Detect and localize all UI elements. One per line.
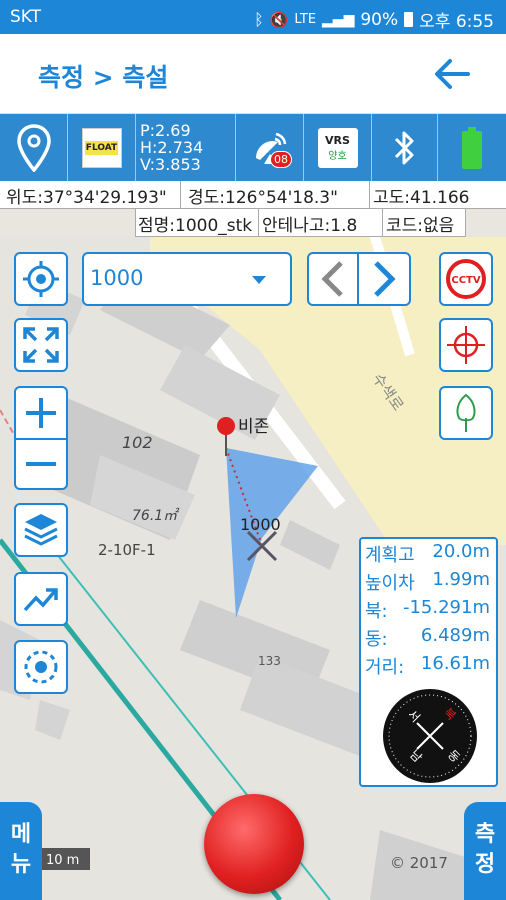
page-title: 측정 > 측설 [38,63,169,92]
vrs-button[interactable]: VRS 양호 [304,114,372,181]
bluetooth-icon: ᛒ [254,10,264,29]
bluetooth-icon [394,131,413,164]
mute-icon: 🔇 [269,10,289,29]
crosshair-button[interactable] [439,318,493,372]
compass: 북 남 동 서 [381,687,479,785]
vrs-badge: VRS 양호 [317,127,358,168]
precision-h: H:2.734 [140,138,204,157]
point-name: 점명:1000_stk [138,216,253,236]
location-pin-icon [16,123,51,172]
zoom-out-button[interactable] [14,438,68,490]
map-label-target: 1000 [240,515,281,534]
battery-icon [404,12,414,27]
minus-icon [26,462,56,466]
layers-icon [24,514,58,546]
chevron-left-icon [321,261,343,297]
bluetooth-button[interactable] [372,114,438,181]
cctv-icon: CCTV [446,259,486,299]
plan-height-label: 계획고 [365,545,415,566]
carrier-label: SKT [10,7,42,27]
precision-p: P:2.69 [140,121,191,140]
longitude: 경도:126°54'18.3" [188,188,338,208]
location-pin-button[interactable] [0,114,68,181]
time: 오후 6:55 [419,12,494,32]
map-label-133: 133 [258,654,281,668]
trending-up-icon [23,588,58,612]
fix-status-button[interactable]: FLOAT [68,114,136,181]
point-select-value: 1000 [90,266,144,290]
prev-point-button[interactable] [307,252,359,306]
fix-badge-label: FLOAT [84,140,119,155]
height-diff-label: 높이차 [365,573,415,594]
dotted-target-icon [24,650,58,684]
target-settings-button[interactable] [14,640,68,694]
satellite-count-badge: 08 [270,151,292,168]
battery-percent: 90% [360,9,399,30]
zoom-in-button[interactable] [14,386,68,440]
compass-icon: 북 남 동 서 [383,689,477,783]
antenna-height: 안테나고:1.8 [262,216,358,236]
measure-label: 측정 [474,822,496,877]
coordinates-row: 위도:37°34'29.193" 경도:126°54'18.3" 고도:41.1… [0,181,506,209]
device-battery [438,114,506,181]
next-point-button[interactable] [357,252,411,306]
svg-text:CCTV: CCTV [451,275,480,286]
my-location-button[interactable] [14,252,68,306]
signal-icon: ▂▄▆ [322,11,355,28]
point-code: 코드:없음 [386,216,455,236]
trend-button[interactable] [14,572,68,626]
device-battery-icon [462,126,482,169]
expand-icon [23,327,59,363]
menu-button[interactable]: 메뉴 [0,802,42,900]
distance-label: 거리: [365,657,405,678]
stakeout-panel: 계획고 20.0m 높이차 1.99m 북: -15.291m 동: 6.489… [359,537,498,787]
fullscreen-button[interactable] [14,318,68,372]
precision-readout: P:2.69 H:2.734 V:3.853 [136,114,236,181]
map-scale-label: 10 m [46,853,79,868]
distance-value: 16.61m [420,653,490,674]
latitude: 위도:37°34'29.193" [6,188,167,208]
measure-button[interactable]: 측정 [464,802,506,900]
map-label-102: 102 [122,433,153,452]
gnss-info-bar: FLOAT P:2.69 H:2.734 V:3.853 08 VRS 양호 [0,114,506,181]
chevron-down-icon [252,276,266,284]
precision-v: V:3.853 [140,155,201,174]
height-diff-value: 1.99m [432,569,490,590]
tree-button[interactable] [439,386,493,440]
point-select[interactable]: 1000 [82,252,292,306]
map-label-area: 76.1㎡ [132,507,180,524]
layers-button[interactable] [14,503,68,557]
back-button[interactable] [432,54,472,94]
east-label: 동: [365,629,388,650]
chevron-right-icon [374,261,396,297]
map-label-vision: 비존 [238,417,269,437]
plan-height-value: 20.0m [432,541,490,562]
map-label-lot: 2-10F-1 [98,541,156,559]
plus-icon [26,398,56,428]
menu-label: 메뉴 [10,822,32,877]
cctv-button[interactable]: CCTV [439,252,493,306]
east-value: 6.489m [420,625,490,646]
app-header: 측정 > 측설 [0,34,506,114]
fix-badge: FLOAT [81,127,122,168]
point-info-row: 점명:1000_stk 안테나고:1.8 코드:없음 [135,209,466,237]
north-label: 북: [365,601,388,622]
network-label: LTE [294,12,317,27]
tree-icon [456,393,476,432]
red-crosshair-icon [447,326,485,364]
satellite-button[interactable]: 08 [236,114,304,181]
record-button[interactable] [204,794,304,894]
vrs-status: 양호 [328,150,347,162]
altitude: 고도:41.166 [373,188,470,208]
back-arrow-icon [435,59,470,89]
map-copyright: © 2017 [390,854,448,872]
status-bar: SKT ᛒ 🔇 LTE ▂▄▆ 90% 오후 6:55 [0,0,506,34]
crosshair-gps-icon [23,261,59,297]
vrs-label: VRS [325,133,350,147]
north-value: -15.291m [402,597,490,618]
